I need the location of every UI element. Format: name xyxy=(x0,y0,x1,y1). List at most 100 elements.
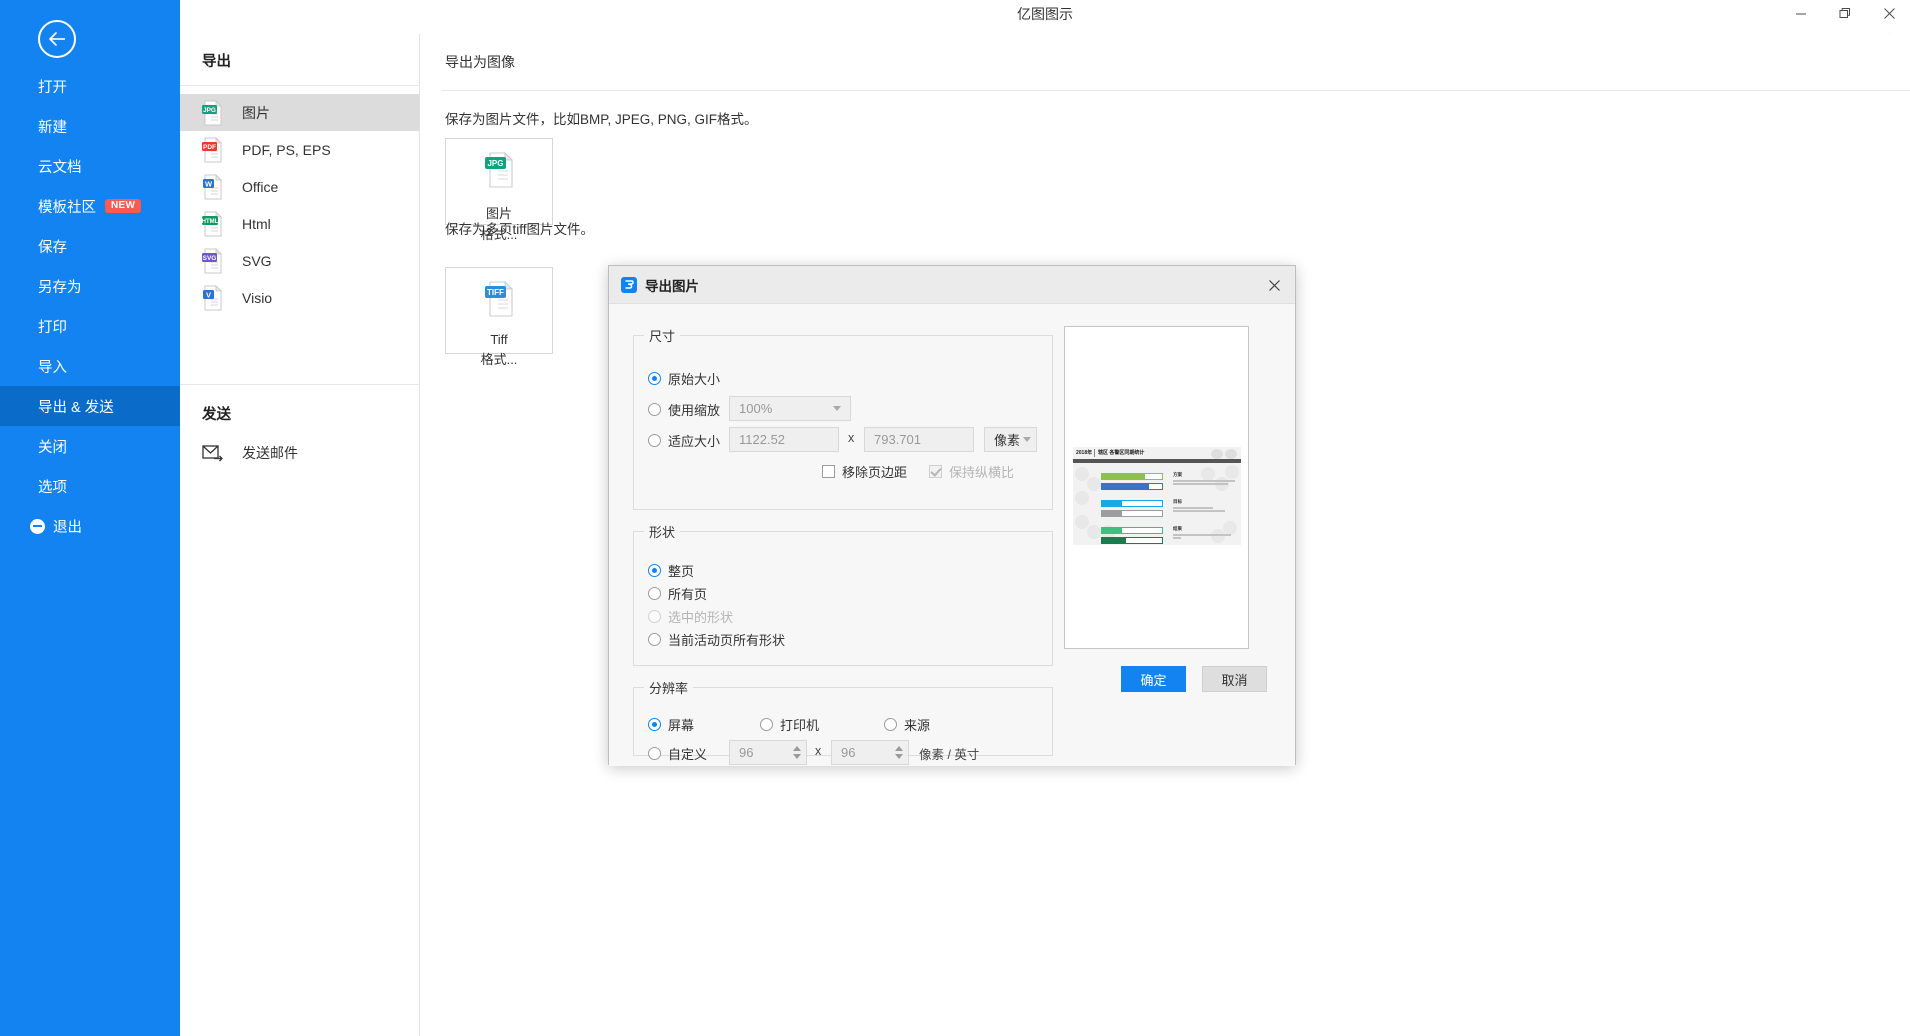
checkbox-label: 移除页边距 xyxy=(842,462,907,481)
html-file-icon: HTML xyxy=(202,211,224,237)
restore-icon[interactable] xyxy=(1834,4,1856,22)
scale-value: 100% xyxy=(739,401,772,416)
preview-bar xyxy=(1101,510,1163,517)
sidebar-item-label: 打开 xyxy=(38,76,67,97)
decor-blob xyxy=(1223,521,1237,535)
close-icon[interactable] xyxy=(1878,4,1900,22)
application-window: 亿图图示 1377144... xyxy=(0,0,1910,1036)
radio-source[interactable]: 来源 xyxy=(884,715,930,734)
radio-button[interactable] xyxy=(648,372,661,385)
sidebar-item-new[interactable]: 新建 xyxy=(0,106,180,146)
sidebar-item-label: 导入 xyxy=(38,356,67,377)
minimize-icon[interactable] xyxy=(1790,4,1812,22)
sidebar-item-close[interactable]: 关闭 xyxy=(0,426,180,466)
left-sidebar: 打开 新建 云文档 模板社区 NEW 保存 另存为 打印 导入 xyxy=(0,0,180,1036)
radio-label: 使用缩放 xyxy=(668,400,720,419)
format-item-pdf[interactable]: PDF PDF, PS, EPS xyxy=(180,131,419,168)
decor-blob xyxy=(1201,467,1215,481)
sidebar-menu: 打开 新建 云文档 模板社区 NEW 保存 另存为 打印 导入 xyxy=(0,66,180,546)
send-item-email[interactable]: 发送邮件 xyxy=(180,436,419,470)
tiff-badge-icon: TIFF xyxy=(482,280,516,323)
size-x-separator: x xyxy=(848,431,854,445)
sidebar-item-save-as[interactable]: 另存为 xyxy=(0,266,180,306)
radio-button[interactable] xyxy=(648,718,661,731)
format-item-label: Visio xyxy=(242,290,272,306)
radio-label: 选中的形状 xyxy=(668,607,733,626)
radio-custom-dpi[interactable]: 自定义 xyxy=(648,744,707,763)
size-unit-select[interactable]: 像素 xyxy=(984,427,1037,452)
sidebar-item-exit[interactable]: 退出 xyxy=(0,506,180,546)
spinner-icon[interactable] xyxy=(790,741,804,764)
radio-active-page-shapes[interactable]: 当前活动页所有形状 xyxy=(648,630,785,649)
close-icon[interactable] xyxy=(1253,266,1295,304)
card-line1: Tiff xyxy=(490,332,507,347)
export-preview: 2018年 辖区 各警区同期统计 方案 xyxy=(1064,326,1249,649)
window-title: 亿图图示 xyxy=(180,4,1910,24)
radio-fit-size[interactable]: 适应大小 xyxy=(648,431,720,450)
back-arrow-icon[interactable] xyxy=(38,20,76,58)
preview-text-line xyxy=(1173,534,1231,536)
format-item-label: 图片 xyxy=(242,103,270,123)
dialog-body: 尺寸 原始大小 使用缩放 100% 适应大小 xyxy=(609,304,1295,766)
resolution-group-legend: 分辨率 xyxy=(644,678,693,697)
preview-doc-title: 辖区 各警区同期统计 xyxy=(1098,449,1144,456)
format-item-office[interactable]: W Office xyxy=(180,168,419,205)
preview-bar xyxy=(1101,483,1163,490)
dpi-x-input[interactable]: 96 xyxy=(729,740,807,765)
export-image-dialog: 导出图片 尺寸 原始大小 使用缩放 xyxy=(608,265,1296,765)
spinner-icon[interactable] xyxy=(892,741,906,764)
radio-button[interactable] xyxy=(648,587,661,600)
sidebar-item-open[interactable]: 打开 xyxy=(0,66,180,106)
fit-height-input[interactable]: 793.701 xyxy=(864,427,974,452)
sidebar-item-export-send[interactable]: 导出 & 发送 xyxy=(0,386,180,426)
fit-height-value: 793.701 xyxy=(874,432,921,447)
radio-button[interactable] xyxy=(648,633,661,646)
format-item-label: SVG xyxy=(242,253,272,269)
sidebar-item-print[interactable]: 打印 xyxy=(0,306,180,346)
format-item-visio[interactable]: V Visio xyxy=(180,279,419,316)
format-item-image[interactable]: JPG 图片 xyxy=(180,94,419,131)
sidebar-item-label: 退出 xyxy=(53,516,82,537)
radio-use-scale[interactable]: 使用缩放 xyxy=(648,400,720,419)
radio-label: 来源 xyxy=(904,715,930,734)
format-item-html[interactable]: HTML Html xyxy=(180,205,419,242)
radio-button[interactable] xyxy=(648,434,661,447)
format-item-svg[interactable]: SVG SVG xyxy=(180,242,419,279)
ok-button[interactable]: 确定 xyxy=(1121,666,1186,692)
decor-blob xyxy=(1087,477,1101,491)
sidebar-item-import[interactable]: 导入 xyxy=(0,346,180,386)
radio-all-pages[interactable]: 所有页 xyxy=(648,584,707,603)
card-line2: 格式... xyxy=(481,349,518,368)
svg-text:JPG: JPG xyxy=(487,159,503,168)
decor-blob xyxy=(1075,515,1089,529)
fit-width-input[interactable]: 1122.52 xyxy=(729,427,839,452)
sidebar-item-save[interactable]: 保存 xyxy=(0,226,180,266)
radio-button[interactable] xyxy=(760,718,773,731)
cancel-button[interactable]: 取消 xyxy=(1202,666,1267,692)
radio-screen[interactable]: 屏幕 xyxy=(648,715,694,734)
jpg-file-icon: JPG xyxy=(202,100,224,126)
scale-select[interactable]: 100% xyxy=(729,396,851,421)
tiff-format-card[interactable]: TIFF Tiff 格式... xyxy=(445,267,553,354)
radio-label: 打印机 xyxy=(780,715,819,734)
radio-whole-page[interactable]: 整页 xyxy=(648,561,694,580)
sidebar-item-options[interactable]: 选项 xyxy=(0,466,180,506)
radio-button[interactable] xyxy=(884,718,897,731)
sidebar-item-cloud-docs[interactable]: 云文档 xyxy=(0,146,180,186)
dpi-y-input[interactable]: 96 xyxy=(831,740,909,765)
image-format-card[interactable]: JPG 图片 格式... xyxy=(445,138,553,225)
sidebar-item-template-community[interactable]: 模板社区 NEW xyxy=(0,186,180,226)
dialog-title: 导出图片 xyxy=(645,275,699,295)
sidebar-item-label: 选项 xyxy=(38,476,67,497)
radio-button[interactable] xyxy=(648,564,661,577)
radio-original-size[interactable]: 原始大小 xyxy=(648,369,720,388)
send-item-label: 发送邮件 xyxy=(242,443,298,463)
radio-printer[interactable]: 打印机 xyxy=(760,715,819,734)
radio-button[interactable] xyxy=(648,403,661,416)
checkbox[interactable] xyxy=(822,465,835,478)
radio-button[interactable] xyxy=(648,747,661,760)
preview-text-line xyxy=(1173,483,1228,485)
checkbox-remove-margin[interactable]: 移除页边距 xyxy=(822,462,907,481)
size-group-legend: 尺寸 xyxy=(644,326,680,345)
sidebar-item-label: 保存 xyxy=(38,236,67,257)
